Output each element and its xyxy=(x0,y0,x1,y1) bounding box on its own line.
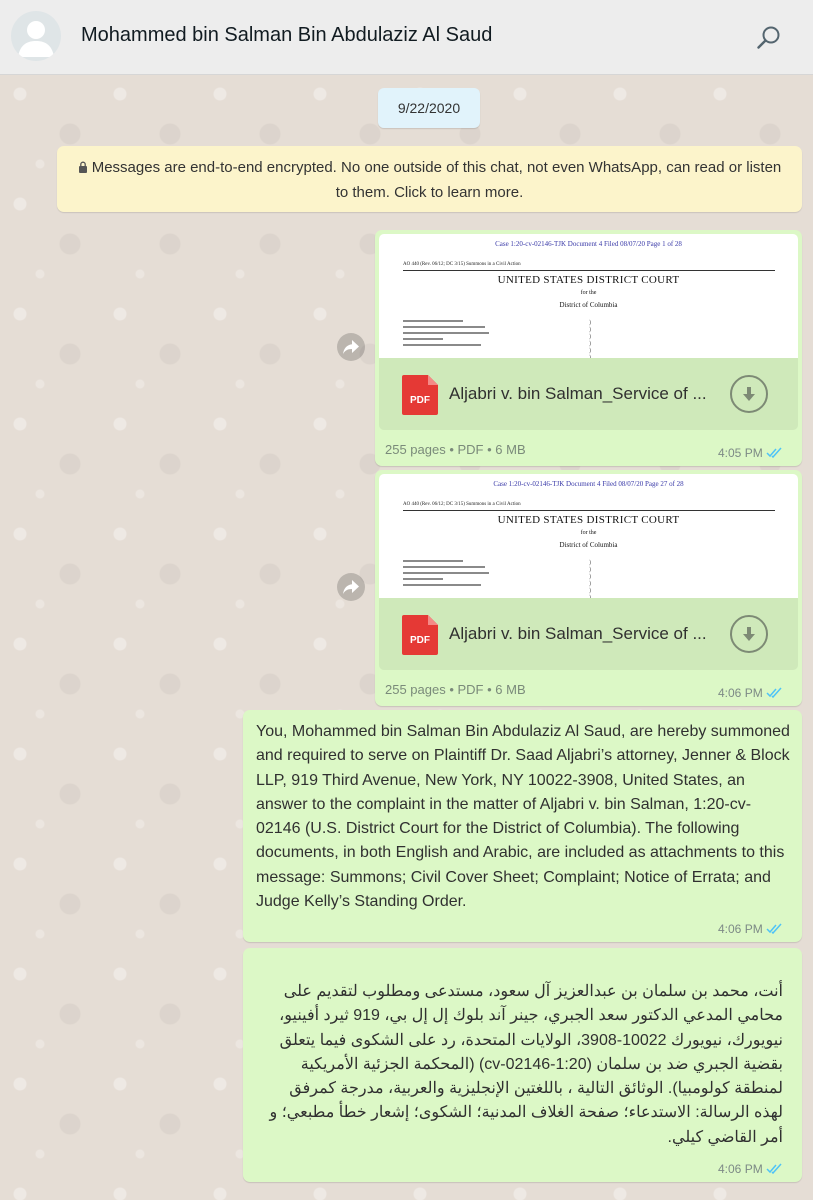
date-chip: 9/22/2020 xyxy=(378,88,480,128)
download-button[interactable] xyxy=(730,615,768,653)
preview-fine-text xyxy=(403,560,493,590)
file-row[interactable]: PDF Aljabri v. bin Salman_Service of ... xyxy=(379,358,798,430)
forward-icon[interactable] xyxy=(337,573,365,601)
preview-fine-text xyxy=(403,320,493,350)
preview-rule xyxy=(403,510,775,511)
pdf-icon-label: PDF xyxy=(410,395,430,406)
preview-case-header: Case 1:20-cv-02146-TJK Document 4 Filed … xyxy=(493,480,684,488)
search-icon[interactable] xyxy=(755,24,783,52)
double-check-icon xyxy=(766,1163,782,1174)
preview-brackets: )))))) xyxy=(589,560,591,598)
message-time: 4:05 PM xyxy=(718,446,783,460)
preview-for-the: for the xyxy=(580,530,597,536)
file-meta: 255 pages • PDF • 6 MB xyxy=(385,442,526,457)
preview-form-label: AO 440 (Rev. 06/12; DC 3/15) Summons in … xyxy=(403,262,521,267)
document-message[interactable]: Case 1:20-cv-02146-TJK Document 4 Filed … xyxy=(375,470,802,706)
double-check-icon xyxy=(766,447,782,458)
file-row[interactable]: PDF Aljabri v. bin Salman_Service of ... xyxy=(379,598,798,670)
file-name[interactable]: Aljabri v. bin Salman_Service of ... xyxy=(449,624,717,644)
message-text-arabic: أنت، محمد بن سلمان بن عبدالعزيز آل سعود،… xyxy=(269,983,783,1146)
preview-for-the: for the xyxy=(580,290,597,296)
file-meta: 255 pages • PDF • 6 MB xyxy=(385,682,526,697)
download-button[interactable] xyxy=(730,375,768,413)
contact-name[interactable]: Mohammed bin Salman Bin Abdulaziz Al Sau… xyxy=(81,24,492,47)
message-time: 4:06 PM xyxy=(718,1162,783,1176)
encryption-notice[interactable]: Messages are end-to-end encrypted. No on… xyxy=(57,146,802,212)
document-preview[interactable]: Case 1:20-cv-02146-TJK Document 4 Filed … xyxy=(379,474,798,598)
message-time: 4:06 PM xyxy=(718,922,783,936)
lock-icon xyxy=(78,161,87,173)
download-arrow-icon xyxy=(743,627,755,641)
double-check-icon xyxy=(766,687,782,698)
preview-brackets: )))))) xyxy=(589,320,591,358)
forward-icon[interactable] xyxy=(337,333,365,361)
message-time: 4:06 PM xyxy=(718,686,783,700)
download-arrow-icon xyxy=(743,387,755,401)
preview-district: District of Columbia xyxy=(559,301,618,309)
document-preview[interactable]: Case 1:20-cv-02146-TJK Document 4 Filed … xyxy=(379,234,798,358)
double-check-icon xyxy=(766,923,782,934)
document-message[interactable]: Case 1:20-cv-02146-TJK Document 4 Filed … xyxy=(375,230,802,466)
preview-case-header: Case 1:20-cv-02146-TJK Document 4 Filed … xyxy=(495,240,682,248)
file-name[interactable]: Aljabri v. bin Salman_Service of ... xyxy=(449,384,717,404)
message-text: You, Mohammed bin Salman Bin Abdulaziz A… xyxy=(256,723,790,911)
preview-form-label: AO 440 (Rev. 06/12; DC 3/15) Summons in … xyxy=(403,502,521,507)
pdf-icon: PDF xyxy=(402,375,438,415)
pdf-icon: PDF xyxy=(402,615,438,655)
pdf-icon-label: PDF xyxy=(410,635,430,646)
encryption-notice-text: Messages are end-to-end encrypted. No on… xyxy=(91,159,782,201)
default-user-avatar-icon[interactable] xyxy=(11,11,61,61)
preview-court-title: UNITED STATES DISTRICT COURT xyxy=(497,274,680,286)
preview-district: District of Columbia xyxy=(559,541,618,549)
chat-header: Mohammed bin Salman Bin Abdulaziz Al Sau… xyxy=(0,0,813,75)
text-message[interactable]: You, Mohammed bin Salman Bin Abdulaziz A… xyxy=(243,710,802,942)
preview-court-title: UNITED STATES DISTRICT COURT xyxy=(497,514,680,526)
preview-rule xyxy=(403,270,775,271)
text-message[interactable]: أنت، محمد بن سلمان بن عبدالعزيز آل سعود،… xyxy=(243,948,802,1182)
